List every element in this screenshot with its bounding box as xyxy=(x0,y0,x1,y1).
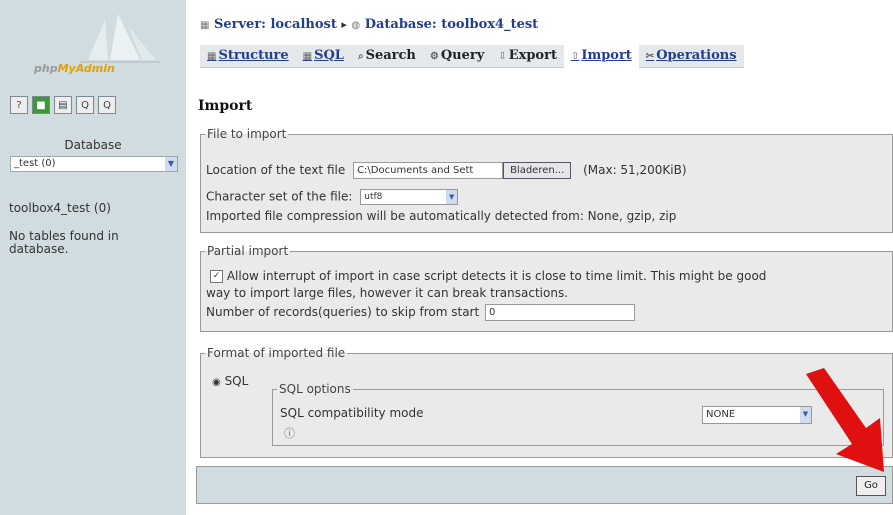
browse-button[interactable]: Bladeren... xyxy=(503,162,572,179)
no-tables-message: No tables found in database. xyxy=(9,229,119,256)
charset-row: Character set of the file: utf8 ▼ xyxy=(206,189,459,205)
database-icon: ◍ xyxy=(351,20,361,31)
sql-format-row: ◉ SQL xyxy=(212,374,248,388)
chevron-down-icon[interactable]: ▼ xyxy=(446,190,458,204)
tab-search[interactable]: ⌕ Search xyxy=(350,45,423,68)
file-path-input[interactable]: C:\Documents and Sett xyxy=(353,162,504,179)
location-row: Location of the text file C:\Documents a… xyxy=(206,162,687,179)
database-select[interactable]: _test (0) ▼ xyxy=(10,156,178,172)
database-link[interactable]: toolbox4_test (0) xyxy=(9,201,111,215)
import-icon: ⇧ xyxy=(570,51,580,62)
file-to-import-legend: File to import xyxy=(207,127,287,141)
tab-bar: ▦ Structure ▦ SQL ⌕ Search ⚙ Query ⇩ Export ⇧… xyxy=(200,44,744,68)
breadcrumb-separator: ▸ xyxy=(341,18,347,31)
skip-row: Number of records(queries) to skip from … xyxy=(206,304,636,321)
red-arrow-annotation xyxy=(806,368,884,472)
breadcrumb-server[interactable]: Server: localhost xyxy=(214,17,337,32)
help-icon[interactable]: ? xyxy=(10,96,28,114)
query-window-icon[interactable]: ■ xyxy=(32,96,50,114)
page-title: Import xyxy=(198,98,253,114)
sql-radio[interactable]: ◉ xyxy=(212,377,221,388)
database-label: Database xyxy=(64,138,122,152)
skip-label: Number of records(queries) to skip from … xyxy=(206,305,480,319)
compression-text: Imported file compression will be automa… xyxy=(206,209,677,223)
action-bar: Go xyxy=(196,466,893,504)
nav-icon-bar: ? ■ ▤ Q Q xyxy=(10,96,116,118)
tab-structure[interactable]: ▦ Structure xyxy=(200,45,296,68)
max-size-text: (Max: 51,200KiB) xyxy=(583,163,687,177)
tab-import[interactable]: ⇧ Import xyxy=(563,45,639,68)
tab-export[interactable]: ⇩ Export xyxy=(491,45,564,68)
home-icon[interactable]: ▤ xyxy=(54,96,72,114)
operations-icon: ✂ xyxy=(645,51,655,62)
partial-import-legend: Partial import xyxy=(207,244,289,258)
search-icon: ⌕ xyxy=(357,51,364,62)
charset-select[interactable]: utf8 ▼ xyxy=(360,189,459,205)
sql-icon: ▦ xyxy=(302,51,313,62)
chevron-down-icon[interactable]: ▼ xyxy=(165,157,177,171)
tab-sql[interactable]: ▦ SQL xyxy=(295,45,351,68)
allow-interrupt-label: Allow interrupt of import in case script… xyxy=(226,269,767,283)
allow-interrupt-checkbox[interactable]: ✓ xyxy=(210,270,223,283)
tab-query[interactable]: ⚙ Query xyxy=(422,45,492,68)
info-icon[interactable]: ⓘ xyxy=(284,425,295,441)
sql-options-legend: SQL options xyxy=(279,382,351,396)
format-legend: Format of imported file xyxy=(207,346,346,360)
query-icon: ⚙ xyxy=(429,51,439,62)
structure-icon: ▦ xyxy=(207,51,217,62)
allow-interrupt-label-continued: way to import large files, however it ca… xyxy=(206,286,569,300)
phpmyadmin-logo[interactable]: phpMyAdmin xyxy=(10,12,170,87)
breadcrumb: ▦ Server: localhost ▸ ◍ Database: toolbo… xyxy=(200,17,538,32)
tab-operations[interactable]: ✂ Operations xyxy=(638,45,744,68)
breadcrumb-database[interactable]: Database: toolbox4_test xyxy=(365,17,539,32)
logo-text: phpMyAdmin xyxy=(34,62,115,75)
compat-row: NONE ▼ xyxy=(702,406,812,424)
main-content-frame: ▦ Server: localhost ▸ ◍ Database: toolbo… xyxy=(196,0,893,515)
compat-label: SQL compatibility mode xyxy=(280,406,424,420)
location-label: Location of the text file xyxy=(206,163,346,177)
skip-records-input[interactable]: 0 xyxy=(485,304,636,321)
sql-docs-icon[interactable]: Q xyxy=(76,96,94,114)
database-select-value: _test (0) xyxy=(14,158,56,169)
left-navigation-frame: phpMyAdmin ? ■ ▤ Q Q Database _test (0) … xyxy=(0,0,186,515)
export-icon: ⇩ xyxy=(498,51,507,62)
reload-icon[interactable]: Q xyxy=(98,96,116,114)
go-button[interactable]: Go xyxy=(856,476,886,496)
charset-label: Character set of the file: xyxy=(206,189,353,204)
sql-radio-label[interactable]: SQL xyxy=(225,374,249,388)
server-icon: ▦ xyxy=(200,20,210,31)
compat-select[interactable]: NONE ▼ xyxy=(702,406,812,424)
allow-interrupt-row: ✓ Allow interrupt of import in case scri… xyxy=(210,269,766,283)
